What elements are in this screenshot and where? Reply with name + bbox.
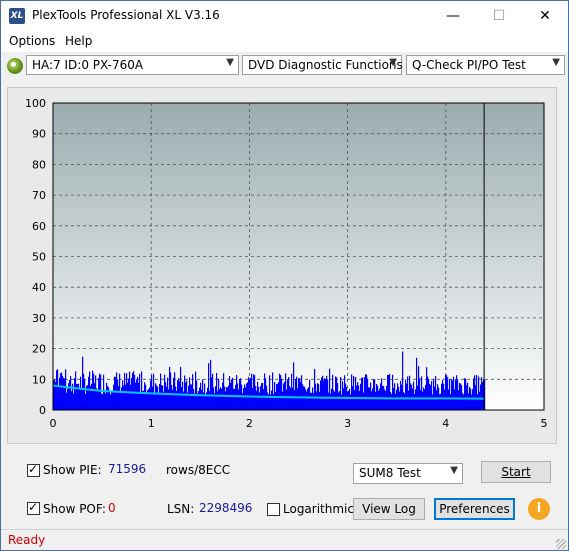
minimize-button[interactable]: — xyxy=(430,1,476,31)
view-log-button[interactable]: View Log xyxy=(353,498,425,520)
status-bar: Ready xyxy=(1,529,568,550)
preferences-button[interactable]: Preferences xyxy=(434,498,515,520)
y-tick-label: 50 xyxy=(32,251,46,264)
x-tick-label: 3 xyxy=(344,417,351,430)
y-tick-label: 0 xyxy=(39,404,46,417)
pie-value: 71596 xyxy=(108,462,147,476)
x-tick-label: 0 xyxy=(50,417,57,430)
resize-grip-icon[interactable] xyxy=(556,539,566,549)
title-bar[interactable]: XL PlexTools Professional XL V3.16 — ☐ ✕ xyxy=(1,1,568,31)
show-pof-label: Show POF: xyxy=(43,502,106,516)
app-window: XL PlexTools Professional XL V3.16 — ☐ ✕… xyxy=(0,0,569,551)
sum8-select-value: SUM8 Test xyxy=(359,466,421,480)
y-tick-label: 10 xyxy=(32,373,46,386)
y-tick-label: 40 xyxy=(32,281,46,294)
chart-panel: 0 10 20 30 40 50 60 70 80 90 100 0 1 2 3 4 5 xyxy=(7,87,557,444)
x-tick-label: 1 xyxy=(148,417,155,430)
sum8-select[interactable]: SUM8 Test ▼ xyxy=(353,463,463,484)
show-pof-checkbox[interactable] xyxy=(27,500,40,515)
y-tick-label: 30 xyxy=(32,312,46,325)
rows-label: rows/8ECC xyxy=(166,463,231,477)
x-tick-label: 5 xyxy=(541,417,548,430)
y-tick-label: 100 xyxy=(25,97,46,110)
y-tick-label: 20 xyxy=(32,343,46,356)
x-tick-label: 4 xyxy=(442,417,449,430)
y-tick-label: 80 xyxy=(32,158,46,171)
test-select-value: Q-Check PI/PO Test xyxy=(412,58,526,72)
menu-options[interactable]: Options xyxy=(9,34,55,48)
logarithmic-checkbox[interactable] xyxy=(267,503,280,516)
y-tick-label: 60 xyxy=(32,220,46,233)
logarithmic-label: Logarithmic xyxy=(283,502,354,516)
maximize-button[interactable]: ☐ xyxy=(476,1,522,31)
menu-help[interactable]: Help xyxy=(65,34,92,48)
y-tick-label: 70 xyxy=(32,189,46,202)
app-logo-icon: XL xyxy=(9,8,25,24)
status-text: Ready xyxy=(8,533,46,547)
chevron-down-icon: ▼ xyxy=(226,57,234,68)
drive-select[interactable]: HA:7 ID:0 PX-760A ▼ xyxy=(26,55,239,75)
y-tick-label: 90 xyxy=(32,128,46,141)
pie-po-chart: 0 10 20 30 40 50 60 70 80 90 100 0 1 2 3 4 5 xyxy=(25,97,548,430)
lsn-value: 2298496 xyxy=(199,501,253,515)
close-button[interactable]: ✕ xyxy=(522,1,568,31)
function-select-value: DVD Diagnostic Functions xyxy=(248,58,403,72)
menu-bar: Options Help xyxy=(1,31,568,52)
preferences-button-label: Preferences xyxy=(439,502,510,516)
window-title: PlexTools Professional XL V3.16 xyxy=(32,8,220,22)
function-select[interactable]: DVD Diagnostic Functions ▼ xyxy=(242,55,403,75)
x-tick-label: 2 xyxy=(246,417,253,430)
view-log-button-label: View Log xyxy=(362,502,416,516)
drive-icon xyxy=(7,58,23,74)
chevron-down-icon: ▼ xyxy=(389,57,397,68)
drive-select-value: HA:7 ID:0 PX-760A xyxy=(32,58,144,72)
show-pie-label: Show PIE: xyxy=(43,463,102,477)
chevron-down-icon: ▼ xyxy=(450,465,458,476)
start-button-label: Start xyxy=(501,465,531,479)
lsn-label: LSN: xyxy=(167,502,195,516)
start-button[interactable]: Start xyxy=(481,461,551,483)
info-icon[interactable]: i xyxy=(528,498,550,520)
chevron-down-icon: ▼ xyxy=(552,57,560,68)
show-pie-checkbox[interactable] xyxy=(27,462,40,477)
pof-value: 0 xyxy=(108,501,116,515)
test-select[interactable]: Q-Check PI/PO Test ▼ xyxy=(406,55,565,75)
